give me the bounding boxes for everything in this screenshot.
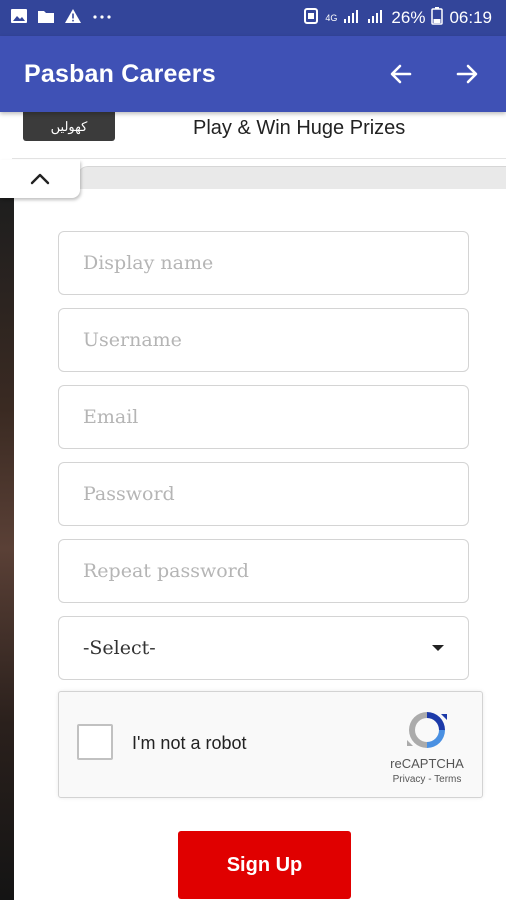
alert-icon [64, 8, 82, 29]
display-name-field-wrap [58, 231, 469, 295]
username-field-wrap [58, 308, 469, 372]
caret-down-icon [432, 645, 444, 651]
network-type: 4G [325, 12, 338, 23]
signal-icon-2 [367, 8, 385, 29]
arrow-right-icon [456, 64, 478, 84]
background-photo [0, 198, 14, 900]
ad-open-button[interactable]: کھولیں [23, 112, 115, 141]
repeat-password-field-wrap [58, 539, 469, 603]
display-name-input[interactable] [59, 232, 468, 294]
recaptcha-label: I'm not a robot [132, 733, 247, 753]
username-input[interactable] [59, 309, 468, 371]
data-saver-icon [303, 7, 319, 30]
nav-buttons [382, 55, 486, 93]
email-input[interactable] [59, 386, 468, 448]
app-title: Pasban Careers [24, 59, 216, 88]
battery-icon [431, 6, 444, 30]
status-right: 4G 26% 06:19 [303, 6, 492, 30]
status-bar: 4G 26% 06:19 [0, 0, 506, 36]
arrow-left-icon [390, 64, 412, 84]
forward-button[interactable] [448, 55, 486, 93]
password-input[interactable] [59, 463, 468, 525]
battery-percent: 26% [391, 8, 426, 27]
select-value: -Select- [83, 637, 156, 659]
ad-text[interactable]: Play & Win Huge Prizes [193, 117, 405, 140]
app-bar: Pasban Careers [0, 36, 506, 112]
ad-collapse-button[interactable] [0, 160, 80, 198]
signal-icon [343, 8, 361, 29]
folder-icon [37, 8, 55, 29]
recaptcha-logo-icon [407, 712, 447, 748]
recaptcha-widget: I'm not a robot reCAPTCHA Privacy - Term… [58, 691, 483, 798]
ad-banner[interactable]: کھولیں Play & Win Huge Prizes [12, 112, 506, 159]
back-button[interactable] [382, 55, 420, 93]
image-icon [10, 8, 28, 29]
status-left-icons [10, 8, 113, 29]
network-label: 4G [325, 12, 338, 23]
clock: 06:19 [449, 8, 492, 27]
recaptcha-brand: reCAPTCHA [390, 756, 464, 771]
email-field-wrap [58, 385, 469, 449]
category-select[interactable]: -Select- [58, 616, 469, 680]
chevron-up-icon [30, 173, 50, 185]
recaptcha-privacy-terms[interactable]: Privacy - Terms [379, 774, 475, 785]
repeat-password-input[interactable] [59, 540, 468, 602]
recaptcha-checkbox[interactable] [77, 724, 113, 760]
password-field-wrap [58, 462, 469, 526]
ad-divider-strip [78, 166, 506, 189]
more-dots-icon [91, 8, 113, 29]
sign-up-button[interactable]: Sign Up [178, 831, 351, 899]
